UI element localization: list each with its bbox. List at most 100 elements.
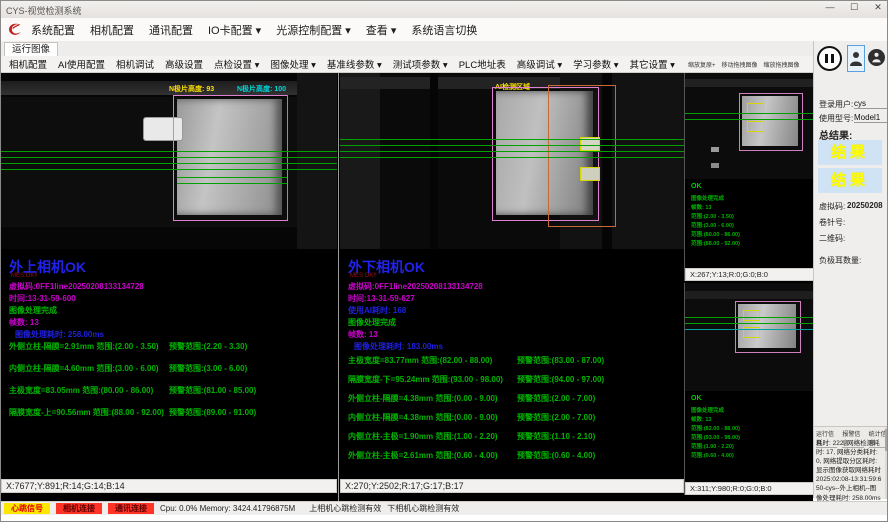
- guide-line: [177, 177, 287, 178]
- machine-band: [685, 79, 814, 87]
- pixel-coordinate-bar-middle: X:270;Y:2502;R:17;G:17;B:17: [340, 479, 684, 493]
- measurement-warn-range: 预警范围:(3.00 - 6.00): [169, 363, 247, 374]
- guide-line: [340, 157, 684, 158]
- menu-item-system-config[interactable]: 系统配置: [31, 22, 75, 38]
- barcode-text: 虚拟码:0FF1line20250208133134728: [9, 281, 144, 292]
- toolbar-image-process[interactable]: 图像处理 ▾: [270, 57, 315, 71]
- cpu-memory-text: Cpu: 0.0% Memory: 3424.41796875M: [160, 504, 295, 513]
- toolbar-other-settings[interactable]: 其它设置 ▾: [630, 57, 675, 71]
- overlay-label-height-a: N极片高度: 93: [169, 84, 214, 94]
- model-value[interactable]: Model1: [854, 113, 888, 123]
- measurement-value: 内侧立柱-隔膜=4.38mm 范围:(0.00 - 9.00): [348, 412, 498, 423]
- measurement-warn-range: 预警范围:(1.10 - 2.10): [517, 431, 595, 442]
- measurement-row: 主极宽度=83.77mm 范围:(82.00 - 88.00) 预警范围:(83…: [340, 355, 684, 365]
- camera-info-inner-lower: OK 图像处理完成 帧数: 13 范围:(82.00 - 88.00) 范围:(…: [685, 391, 814, 481]
- result-box-upper: 结果: [818, 140, 882, 165]
- heartbeat-lower-text: 下相机心跳检测有效: [387, 503, 459, 514]
- measurement-row: 内侧立柱-隔膜=4.38mm 范围:(0.00 - 9.00) 预警范围:(2.…: [340, 412, 684, 422]
- menu-item-view[interactable]: 查看 ▾: [366, 22, 397, 38]
- rv-result-ok: OK: [691, 183, 702, 190]
- guide-line: [1, 169, 337, 170]
- operator-button[interactable]: [868, 49, 885, 66]
- login-user-button[interactable]: [847, 45, 865, 72]
- camera-image-outer-lower[interactable]: AI检测区域: [340, 73, 684, 249]
- guide-line: [1, 151, 337, 152]
- toolbar-ai-config[interactable]: AI使用配置: [58, 57, 105, 71]
- menu-item-io-config[interactable]: IO卡配置 ▾: [208, 22, 261, 38]
- rv-info-line: 范围:(1.00 - 2.20): [691, 442, 734, 450]
- time-text: 时间:13-31-59-600: [9, 293, 76, 304]
- measurement-row: 外侧立柱-隔膜=2.91mm 范围:(2.00 - 3.50) 预警范围:(2.…: [1, 341, 337, 351]
- model-label: 使用型号:: [819, 113, 853, 124]
- tab-run-image[interactable]: 运行图像: [4, 42, 58, 56]
- close-button[interactable]: ✕: [871, 2, 885, 13]
- camera-result-ok: OK: [404, 259, 425, 275]
- toolbar-spot-check[interactable]: 点检设置 ▾: [214, 57, 259, 71]
- measurement-value: 外侧立柱-隔膜=2.91mm 范围:(2.00 - 3.50): [9, 341, 159, 352]
- pause-icon: [825, 54, 828, 63]
- camera-image-inner-upper[interactable]: [685, 73, 814, 179]
- toolbar-test-params[interactable]: 测试项参数 ▾: [393, 57, 448, 71]
- window-controls: — ☐ ✕: [823, 2, 885, 13]
- elapsed-text: 图像处理耗时: 183.00ms: [354, 341, 443, 352]
- measurement-value: 外侧立柱-隔膜=4.38mm 范围:(0.00 - 9.00): [348, 393, 498, 404]
- heartbeat-upper-text: 上相机心跳检测有效: [309, 503, 381, 514]
- window-title: CYS-视觉检测系统: [6, 4, 82, 17]
- view-option-pan-image[interactable]: 移动拖拽图像: [722, 60, 758, 69]
- measurement-row: 内侧立柱-主极=1.90mm 范围:(1.00 - 2.20) 预警范围:(1.…: [340, 431, 684, 441]
- menu-item-camera-config[interactable]: 相机配置: [90, 22, 134, 38]
- guide-line: [685, 317, 814, 318]
- measurement-warn-range: 预警范围:(2.00 - 7.00): [517, 412, 595, 423]
- measurement-warn-range: 预警范围:(0.60 - 4.00): [517, 450, 595, 461]
- toolbar-camera-config[interactable]: 相机配置: [9, 57, 47, 71]
- rv-info-line: 范围:(80.00 - 86.00): [691, 230, 740, 238]
- pixel-coordinate-bar-inner-lower: X:311;Y:980;R:0;G:0;B:0: [685, 482, 814, 495]
- menu-item-comm-config[interactable]: 通讯配置: [149, 22, 193, 38]
- rv-info-line: 图像处理完成: [691, 406, 724, 414]
- info-log-text: 耗时: 222, 网络检测耗时: 17, 网络分类耗时: 0, 网络提取分区耗时…: [816, 439, 882, 503]
- camera-info-outer-lower: 外下相机OK MES:OK!! 虚拟码:0FF1line202502081331…: [340, 249, 684, 479]
- menu-item-language-switch[interactable]: 系统语言切换: [411, 22, 477, 38]
- app-window: CYS-视觉检测系统 — ☐ ✕ 系统配置 相机配置 通讯配置 IO卡配置 ▾ …: [0, 0, 888, 522]
- guide-line: [1, 163, 337, 164]
- negative-tab-count-label: 负极耳数量:: [819, 255, 861, 266]
- toolbar-camera-debug[interactable]: 相机调试: [116, 57, 154, 71]
- user-icon: [850, 51, 862, 67]
- toolbar-baseline-params[interactable]: 基准线参数 ▾: [327, 57, 382, 71]
- camera-panel-outer-lower: AI检测区域 外下相机OK MES:OK!! 虚拟码:0FF1line20250…: [338, 73, 683, 501]
- camera-link-badge: 相机连接: [56, 503, 102, 514]
- bright-spot: [711, 147, 719, 152]
- toolbar-advanced-debug[interactable]: 高级调试 ▾: [517, 57, 562, 71]
- camera-image-outer-upper[interactable]: N极片高度: 93 N极片高度: 100: [1, 73, 337, 249]
- toolbar-advanced-settings[interactable]: 高级设置: [165, 57, 203, 71]
- view-option-zoom-reset[interactable]: 缩放复原+: [688, 60, 716, 69]
- measurement-warn-range: 预警范围:(2.20 - 3.30): [169, 341, 247, 352]
- measurement-warn-range: 预警范围:(81.00 - 85.00): [169, 385, 256, 396]
- measurement-row: 隔膜宽度-上=90.56mm 范围:(88.00 - 92.00) 预警范围:(…: [1, 407, 337, 417]
- guide-line: [177, 183, 287, 184]
- rv-info-line: 范围:(3.00 - 6.00): [691, 221, 734, 229]
- measurement-value: 内侧立柱-主极=1.90mm 范围:(1.00 - 2.20): [348, 431, 498, 442]
- pixel-coordinate-bar-left: X:7677;Y:891;R:14;G:14;B:14: [1, 479, 337, 493]
- frame-count-text: 帧数: 13: [9, 317, 39, 328]
- tab-highlight: [743, 310, 760, 321]
- barcode-text: 虚拟码:0FF1line20250208133134728: [348, 281, 483, 292]
- needle-number-label: 卷针号:: [819, 217, 845, 228]
- gripper-tool: [143, 117, 183, 141]
- minimize-button[interactable]: —: [823, 2, 837, 13]
- machine-column: [340, 73, 380, 249]
- view-options-bar: 缩放复原+ 移动拖拽图像 缩放拖拽图像: [685, 56, 813, 73]
- elapsed-text: 图像处理耗时: 258.00ms: [15, 329, 104, 340]
- menu-item-light-config[interactable]: 光源控制配置 ▾: [276, 22, 351, 38]
- machine-slot: [430, 73, 438, 249]
- toolbar-plc-address[interactable]: PLC地址表: [459, 57, 506, 71]
- view-option-zoom-image[interactable]: 缩放拖拽图像: [764, 60, 800, 69]
- bright-spot: [711, 163, 719, 168]
- rv-info-line: 范围:(0.60 - 4.00): [691, 451, 734, 459]
- camera-image-inner-lower[interactable]: [685, 283, 814, 391]
- toolbar-learn-params[interactable]: 学习参数 ▾: [573, 57, 618, 71]
- pause-button[interactable]: [817, 46, 842, 71]
- user-gear-icon: [872, 52, 881, 63]
- maximize-button[interactable]: ☐: [847, 2, 861, 13]
- login-user-value[interactable]: cys: [854, 99, 888, 109]
